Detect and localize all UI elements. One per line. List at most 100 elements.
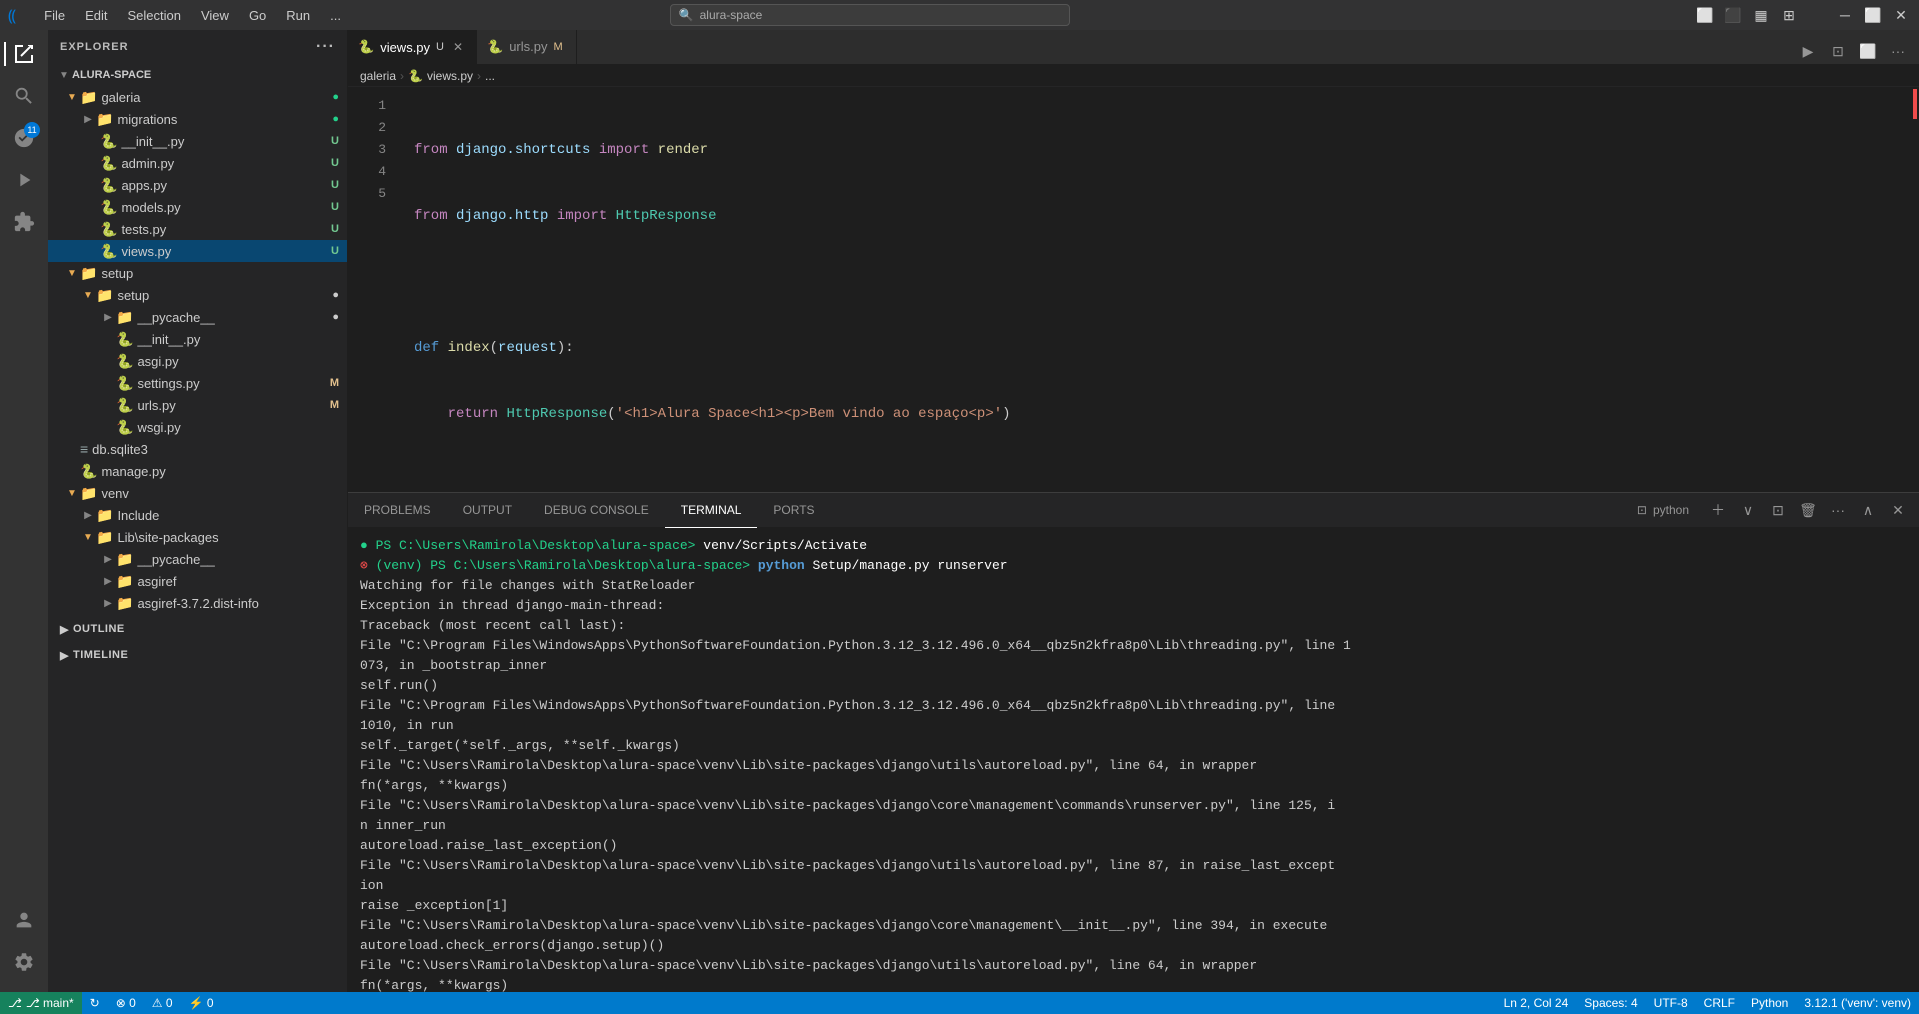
- tab-output[interactable]: OUTPUT: [447, 493, 528, 528]
- source-control-icon[interactable]: 11: [4, 118, 44, 158]
- restore-button[interactable]: ⬜: [1863, 5, 1883, 25]
- sidebar-item-include[interactable]: ▶ 📁 Include: [48, 504, 347, 526]
- layout4-icon[interactable]: ⊞: [1779, 5, 1799, 25]
- tab-close-button[interactable]: ✕: [450, 39, 466, 55]
- breadcrumb-galeria[interactable]: galeria: [360, 69, 396, 83]
- encoding-status[interactable]: UTF-8: [1646, 992, 1696, 1014]
- menu-selection[interactable]: Selection: [120, 6, 189, 25]
- sidebar-item-galeria[interactable]: ▼ 📁 galeria ●: [48, 86, 347, 108]
- layout3-icon[interactable]: ▦: [1751, 5, 1771, 25]
- sidebar-item-pycache2[interactable]: ▶ 📁 __pycache__: [48, 548, 347, 570]
- python-version-status[interactable]: 3.12.1 ('venv': venv): [1796, 992, 1919, 1014]
- git-branch-status[interactable]: ⎇ ⎇ main*: [0, 992, 82, 1014]
- extensions-icon[interactable]: [4, 202, 44, 242]
- chevron-down-icon: ▼: [64, 485, 80, 501]
- sidebar-item-views-py[interactable]: 🐍 views.py U: [48, 240, 347, 262]
- menu-run[interactable]: Run: [278, 6, 318, 25]
- minimize-button[interactable]: ─: [1835, 5, 1855, 25]
- terminal-dropdown-button[interactable]: ∨: [1735, 497, 1761, 523]
- menu-edit[interactable]: Edit: [77, 6, 115, 25]
- split-terminal-button[interactable]: ⊡: [1765, 497, 1791, 523]
- menu-go[interactable]: Go: [241, 6, 274, 25]
- settings-icon[interactable]: [4, 942, 44, 982]
- sidebar-item-tests-py[interactable]: 🐍 tests.py U: [48, 218, 347, 240]
- tab-urls-py[interactable]: 🐍 urls.py M: [477, 30, 577, 64]
- menu-view[interactable]: View: [193, 6, 237, 25]
- sidebar-item-admin-py[interactable]: 🐍 admin.py U: [48, 152, 347, 174]
- menu-more[interactable]: ...: [322, 6, 349, 25]
- sidebar-header: EXPLORER ···: [48, 30, 347, 64]
- run-icon[interactable]: [4, 160, 44, 200]
- kill-terminal-button[interactable]: 🗑: [1795, 497, 1821, 523]
- add-terminal-button[interactable]: ＋: [1705, 497, 1731, 523]
- language-status[interactable]: Python: [1743, 992, 1796, 1014]
- maximize-panel-button[interactable]: ∧: [1855, 497, 1881, 523]
- account-icon[interactable]: [4, 900, 44, 940]
- errors-status[interactable]: ⊗ 0: [108, 992, 144, 1014]
- titlebar: ⸨ File Edit Selection View Go Run ... 🔍 …: [0, 0, 1919, 30]
- sidebar-item-init-py[interactable]: 🐍 __init__.py U: [48, 130, 347, 152]
- sidebar-item-pycache[interactable]: ▶ 📁 __pycache__ ●: [48, 306, 347, 328]
- eol-status[interactable]: CRLF: [1696, 992, 1743, 1014]
- timeline-section[interactable]: ▶ TIMELINE: [48, 644, 347, 666]
- code-content[interactable]: from django.shortcuts import render from…: [398, 87, 1911, 492]
- terminal-line-9: File "C:\Program Files\WindowsApps\Pytho…: [360, 696, 1907, 716]
- sync-status[interactable]: ↻: [82, 992, 108, 1014]
- sidebar-item-init-setup[interactable]: 🐍 __init__.py: [48, 328, 347, 350]
- chevron-down-icon: ▼: [80, 287, 96, 303]
- sidebar-item-venv[interactable]: ▼ 📁 venv: [48, 482, 347, 504]
- panel-actions: ⊡ python ＋ ∨ ⊡ 🗑 ··· ∧ ✕: [1625, 497, 1919, 523]
- ports-status[interactable]: ⚡ 0: [181, 992, 222, 1014]
- outline-section[interactable]: ▶ OUTLINE: [48, 618, 347, 640]
- tree-root[interactable]: ▼ ALURA-SPACE: [48, 64, 347, 86]
- sidebar-item-db-sqlite[interactable]: ▶ ≡ db.sqlite3: [48, 438, 347, 460]
- tab-problems[interactable]: PROBLEMS: [348, 493, 447, 528]
- search-icon[interactable]: [4, 76, 44, 116]
- run-button[interactable]: ▶: [1795, 38, 1821, 64]
- terminal-line-22: File "C:\Users\Ramirola\Desktop\alura-sp…: [360, 956, 1907, 976]
- more-actions-button[interactable]: ···: [1885, 38, 1911, 64]
- menu-file[interactable]: File: [36, 6, 73, 25]
- sidebar-item-models-py[interactable]: 🐍 models.py U: [48, 196, 347, 218]
- sidebar-item-asgiref[interactable]: ▶ 📁 asgiref: [48, 570, 347, 592]
- breadcrumb-icon: 🐍: [408, 69, 423, 83]
- cursor-position-status[interactable]: Ln 2, Col 24: [1496, 992, 1577, 1014]
- sidebar-item-asgiref-dist[interactable]: ▶ 📁 asgiref-3.7.2.dist-info: [48, 592, 347, 614]
- sidebar-item-urls-py[interactable]: 🐍 urls.py M: [48, 394, 347, 416]
- sidebar-item-wsgi-py[interactable]: 🐍 wsgi.py: [48, 416, 347, 438]
- sidebar-item-lib-site[interactable]: ▼ 📁 Lib\site-packages: [48, 526, 347, 548]
- tab-views-py[interactable]: 🐍 views.py U ✕: [348, 30, 477, 64]
- search-bar[interactable]: 🔍 alura-space: [670, 4, 1070, 26]
- terminal-line-17: File "C:\Users\Ramirola\Desktop\alura-sp…: [360, 856, 1907, 876]
- close-panel-button[interactable]: ✕: [1885, 497, 1911, 523]
- sidebar-item-asgi-py[interactable]: 🐍 asgi.py: [48, 350, 347, 372]
- split-editor-button[interactable]: ⊡: [1825, 38, 1851, 64]
- sidebar-item-migrations[interactable]: ▶ 📁 migrations ●: [48, 108, 347, 130]
- explorer-icon[interactable]: [4, 34, 44, 74]
- warnings-status[interactable]: ⚠ 0: [144, 992, 181, 1014]
- sidebar-item-setup-parent[interactable]: ▼ 📁 setup: [48, 262, 347, 284]
- code-editor[interactable]: 1 2 3 4 5 from django.shortcuts import r…: [348, 87, 1919, 492]
- sidebar-item-settings-py[interactable]: 🐍 settings.py M: [48, 372, 347, 394]
- more-panel-button[interactable]: ···: [1825, 497, 1851, 523]
- sidebar-item-setup-child[interactable]: ▼ 📁 setup ●: [48, 284, 347, 306]
- close-button[interactable]: ✕: [1891, 5, 1911, 25]
- folder-open-icon: 📁: [96, 287, 113, 304]
- sidebar-more-icon[interactable]: ···: [316, 38, 335, 56]
- toggle-panel-button[interactable]: ⬜: [1855, 38, 1881, 64]
- terminal-line-7: 073, in _bootstrap_inner: [360, 656, 1907, 676]
- breadcrumb-symbol[interactable]: ...: [485, 69, 495, 83]
- sidebar-item-manage-py[interactable]: ▶ 🐍 manage.py: [48, 460, 347, 482]
- tab-terminal[interactable]: TERMINAL: [665, 493, 758, 528]
- sidebar-item-apps-py[interactable]: 🐍 apps.py U: [48, 174, 347, 196]
- terminal-python-label: ⊡ python: [1625, 503, 1701, 517]
- terminal-content[interactable]: ● PS C:\Users\Ramirola\Desktop\alura-spa…: [348, 528, 1919, 992]
- tab-ports[interactable]: PORTS: [757, 493, 830, 528]
- spaces-status[interactable]: Spaces: 4: [1576, 992, 1645, 1014]
- chevron-down-icon: ▼: [80, 529, 96, 545]
- source-control-badge: 11: [24, 122, 40, 138]
- breadcrumb-views-py[interactable]: views.py: [427, 69, 473, 83]
- layout-icon[interactable]: ⬜: [1695, 5, 1715, 25]
- layout2-icon[interactable]: ⬛: [1723, 5, 1743, 25]
- tab-debug-console[interactable]: DEBUG CONSOLE: [528, 493, 665, 528]
